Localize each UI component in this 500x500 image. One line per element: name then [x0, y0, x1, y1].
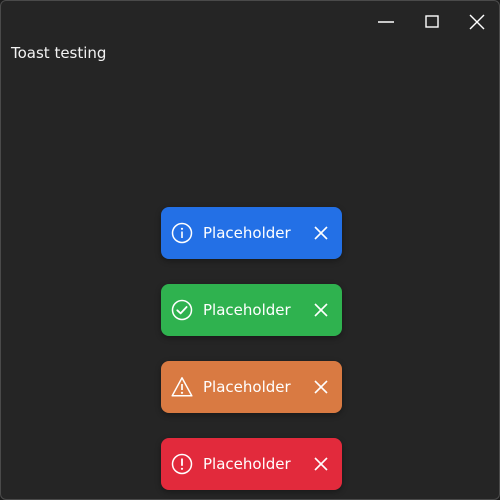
minimize-button[interactable]: [363, 1, 409, 43]
app-window: Toast testing Placeholder Placeholder Pl…: [0, 0, 500, 500]
info-icon: [171, 222, 193, 244]
error-circle-icon: [171, 453, 193, 475]
toast-message: Placeholder: [203, 224, 291, 242]
toast-error: Placeholder: [161, 438, 342, 490]
toast-close-button[interactable]: [311, 223, 331, 243]
close-icon: [314, 303, 328, 317]
toast-close-button[interactable]: [311, 377, 331, 397]
toast-message: Placeholder: [203, 301, 291, 319]
close-window-button[interactable]: [454, 1, 499, 43]
close-icon: [314, 457, 328, 471]
maximize-icon: [425, 15, 439, 28]
warning-triangle-icon: [171, 376, 193, 398]
minimize-icon: [378, 21, 394, 23]
toast-info: Placeholder: [161, 207, 342, 259]
toast-message: Placeholder: [203, 455, 291, 473]
close-icon: [469, 14, 485, 30]
check-circle-icon: [171, 299, 193, 321]
maximize-button[interactable]: [409, 1, 455, 43]
close-icon: [314, 226, 328, 240]
toast-close-button[interactable]: [311, 300, 331, 320]
toast-success: Placeholder: [161, 284, 342, 336]
close-icon: [314, 380, 328, 394]
toast-message: Placeholder: [203, 378, 291, 396]
window-title: Toast testing: [11, 44, 107, 62]
toast-close-button[interactable]: [311, 454, 331, 474]
toast-warning: Placeholder: [161, 361, 342, 413]
